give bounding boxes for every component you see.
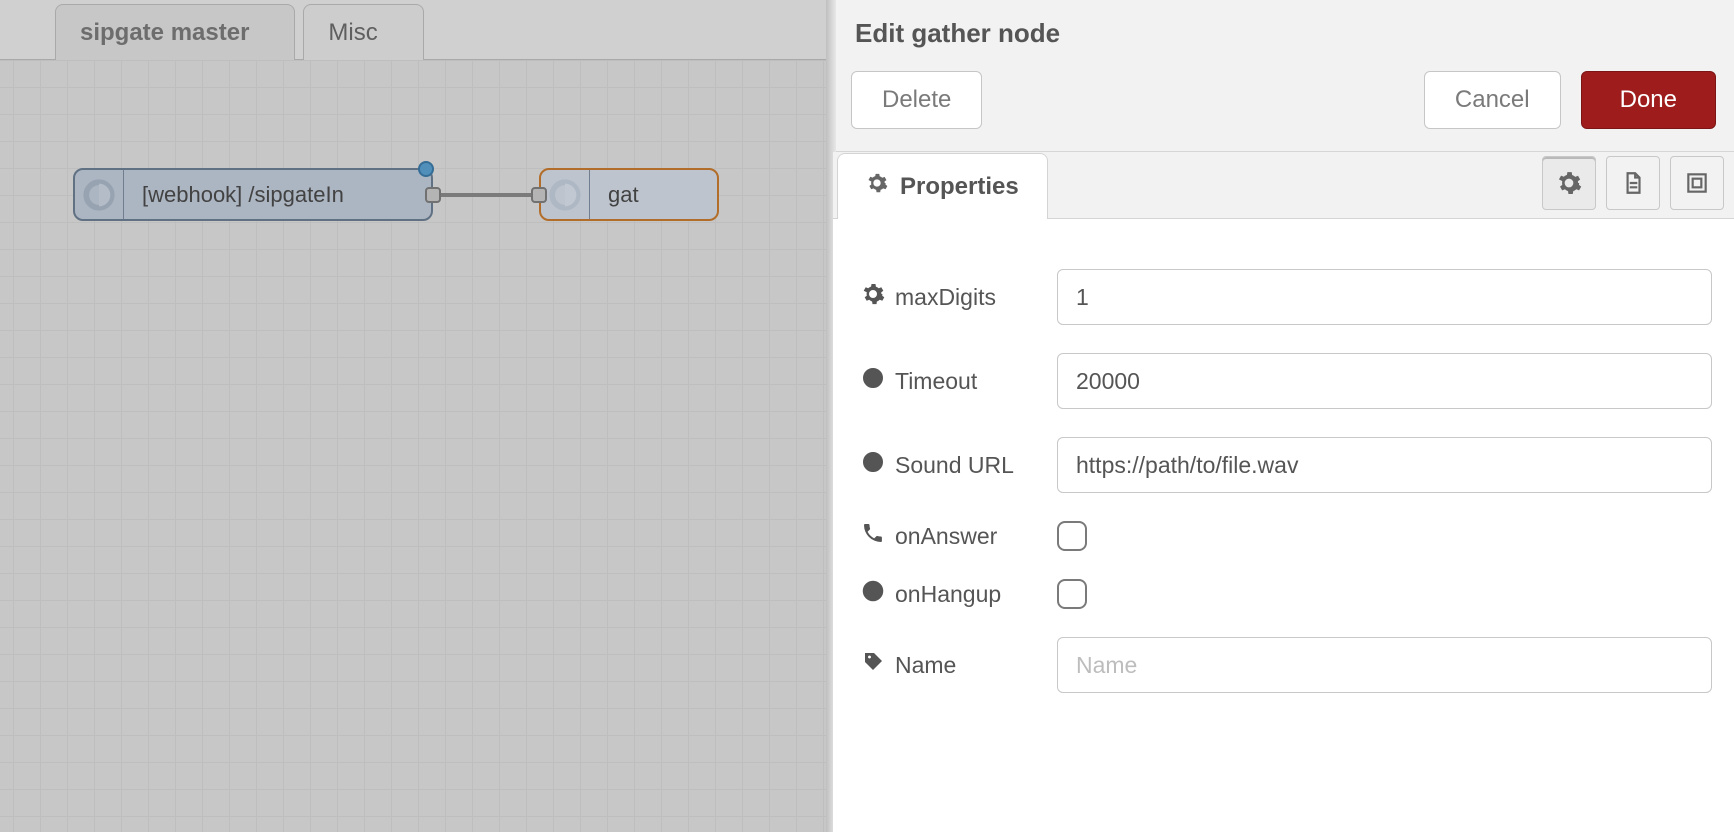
frame-icon [1684, 170, 1710, 196]
done-button[interactable]: Done [1581, 71, 1716, 129]
panel-title: Edit gather node [833, 0, 1734, 71]
row-sound-url: Sound URL [861, 437, 1712, 493]
on-hangup-checkbox[interactable] [1057, 579, 1087, 609]
row-name: Name [861, 637, 1712, 693]
delete-button[interactable]: Delete [851, 71, 982, 129]
document-icon [1620, 170, 1646, 196]
node-settings-button[interactable] [1542, 156, 1596, 210]
clock-icon [861, 366, 885, 396]
node-output-port[interactable] [425, 187, 441, 203]
node-status-icon [418, 161, 434, 177]
field-label: Timeout [895, 368, 977, 395]
field-label: Name [895, 652, 956, 679]
node-type-icon [541, 171, 589, 219]
field-label: onHangup [895, 581, 1001, 608]
workspace-tabs: sipgate master Misc [0, 0, 831, 60]
panel-body: Properties maxDigits [833, 152, 1734, 832]
row-on-hangup: onHangup [861, 579, 1712, 609]
panel-tabs: Properties [833, 152, 1734, 218]
workspace-tab-sipgate[interactable]: sipgate master [55, 4, 295, 60]
flow-canvas[interactable]: [webhook] /sipgateIn gat [0, 60, 831, 832]
phone-icon [861, 521, 885, 551]
node-type-icon [75, 171, 123, 219]
row-max-digits: maxDigits [861, 269, 1712, 325]
node-label: gat [590, 182, 657, 208]
panel-action-bar: Delete Cancel Done [833, 71, 1734, 152]
wire[interactable] [429, 193, 539, 197]
on-answer-checkbox[interactable] [1057, 521, 1087, 551]
field-label: maxDigits [895, 284, 996, 311]
max-digits-input[interactable] [1057, 269, 1712, 325]
sound-url-input[interactable] [1057, 437, 1712, 493]
row-timeout: Timeout [861, 353, 1712, 409]
workspace-tab-misc[interactable]: Misc [303, 4, 423, 60]
tab-properties[interactable]: Properties [837, 153, 1048, 219]
gear-icon [1556, 170, 1582, 196]
node-gather[interactable]: gat [539, 168, 719, 221]
timeout-input[interactable] [1057, 353, 1712, 409]
tab-label: Properties [900, 173, 1019, 201]
gear-icon [861, 282, 885, 312]
properties-form: maxDigits Timeout Sound UR [833, 218, 1734, 741]
workspace-tab-label: Misc [328, 19, 377, 47]
node-description-button[interactable] [1606, 156, 1660, 210]
node-label: [webhook] /sipgateIn [124, 182, 362, 208]
gear-icon [866, 172, 888, 201]
cancel-button[interactable]: Cancel [1424, 71, 1561, 129]
field-label: Sound URL [895, 452, 1014, 479]
edit-panel: Edit gather node Delete Cancel Done Prop… [831, 0, 1734, 832]
cancel-icon [861, 579, 885, 609]
workspace: sipgate master Misc [webhook] /sipgateIn… [0, 0, 831, 832]
workspace-tab-label: sipgate master [80, 19, 249, 47]
name-input[interactable] [1057, 637, 1712, 693]
node-webhook[interactable]: [webhook] /sipgateIn [73, 168, 433, 221]
field-label: onAnswer [895, 523, 997, 550]
node-appearance-button[interactable] [1670, 156, 1724, 210]
globe-icon [861, 450, 885, 480]
tag-icon [861, 650, 885, 680]
row-on-answer: onAnswer [861, 521, 1712, 551]
